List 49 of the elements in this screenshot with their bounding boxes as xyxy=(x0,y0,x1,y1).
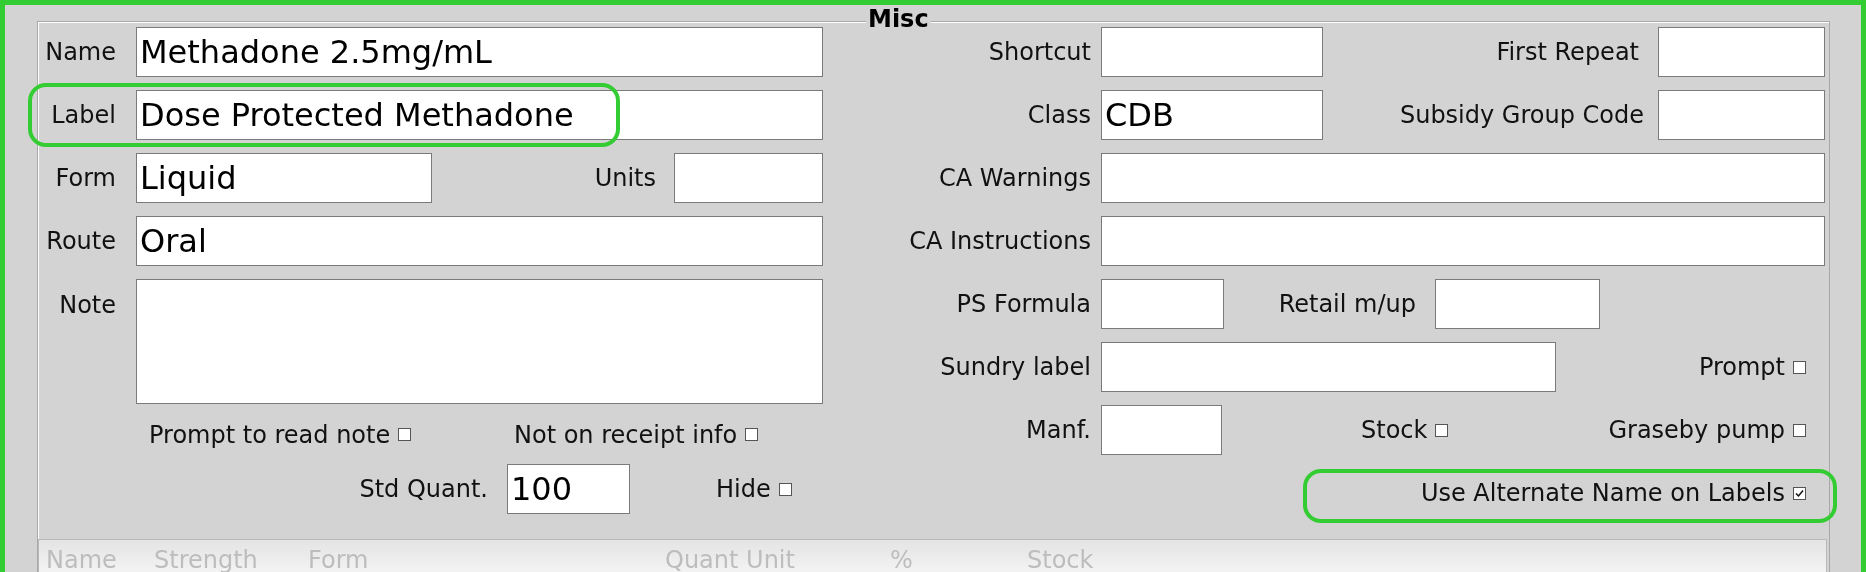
checkbox[interactable] xyxy=(1793,486,1806,500)
field-label: Name xyxy=(45,37,116,68)
checkbox-label: Not on receipt info xyxy=(514,419,738,451)
field-label: Route xyxy=(46,226,116,257)
field-label: First Repeat xyxy=(1496,37,1639,68)
text-field[interactable]: Dose Protected Methadone xyxy=(136,90,823,140)
text-field[interactable] xyxy=(1101,27,1323,77)
text-field[interactable] xyxy=(1658,27,1825,77)
text-field[interactable] xyxy=(1658,90,1825,140)
text-field[interactable] xyxy=(674,153,823,203)
field-label: Note xyxy=(59,290,116,321)
checkbox-label: Use Alternate Name on Labels xyxy=(1420,478,1785,509)
text-field[interactable]: Liquid xyxy=(136,153,432,203)
checkbox-label: Stock xyxy=(1361,415,1428,446)
checkbox[interactable] xyxy=(398,428,412,441)
checkbox[interactable] xyxy=(1793,423,1806,437)
checkbox-label: Hide xyxy=(716,474,771,505)
text-field[interactable]: 100 xyxy=(507,464,630,514)
checkbox-label: Prompt to read note xyxy=(149,419,391,451)
field-label: Std Quant. xyxy=(359,474,488,505)
field-label: Retail m/up xyxy=(1278,289,1416,320)
text-field[interactable] xyxy=(1101,216,1825,266)
column-header: % xyxy=(890,545,914,572)
field-label: CA Instructions xyxy=(909,226,1091,257)
text-field[interactable]: Methadone 2.5mg/mL xyxy=(136,27,823,77)
text-field[interactable] xyxy=(1435,279,1600,329)
checkbox[interactable] xyxy=(778,482,792,496)
checkbox-label: Prompt xyxy=(1698,352,1785,383)
field-label: Units xyxy=(594,163,656,194)
text-field[interactable] xyxy=(1101,342,1556,392)
checkbox-label: Graseby pump xyxy=(1608,415,1785,446)
text-field[interactable] xyxy=(1101,279,1224,329)
note-field[interactable] xyxy=(136,279,823,404)
checkbox[interactable] xyxy=(745,428,759,441)
text-field[interactable] xyxy=(1101,405,1222,455)
field-label: Class xyxy=(1027,100,1091,131)
field-label: CA Warnings xyxy=(939,163,1091,194)
text-field[interactable]: CDB xyxy=(1101,90,1323,140)
field-label: Shortcut xyxy=(988,37,1091,68)
checkbox[interactable] xyxy=(1435,423,1449,437)
checkbox[interactable] xyxy=(1793,360,1806,374)
field-label: Manf. xyxy=(1026,415,1091,446)
text-field[interactable] xyxy=(1101,153,1825,203)
text-field[interactable]: Oral xyxy=(136,216,823,266)
field-label: PS Formula xyxy=(956,289,1091,320)
field-label: Form xyxy=(55,163,116,194)
field-label: Sundry label xyxy=(940,352,1091,383)
field-label: Subsidy Group Code xyxy=(1399,100,1644,131)
field-label: Label xyxy=(51,100,116,131)
